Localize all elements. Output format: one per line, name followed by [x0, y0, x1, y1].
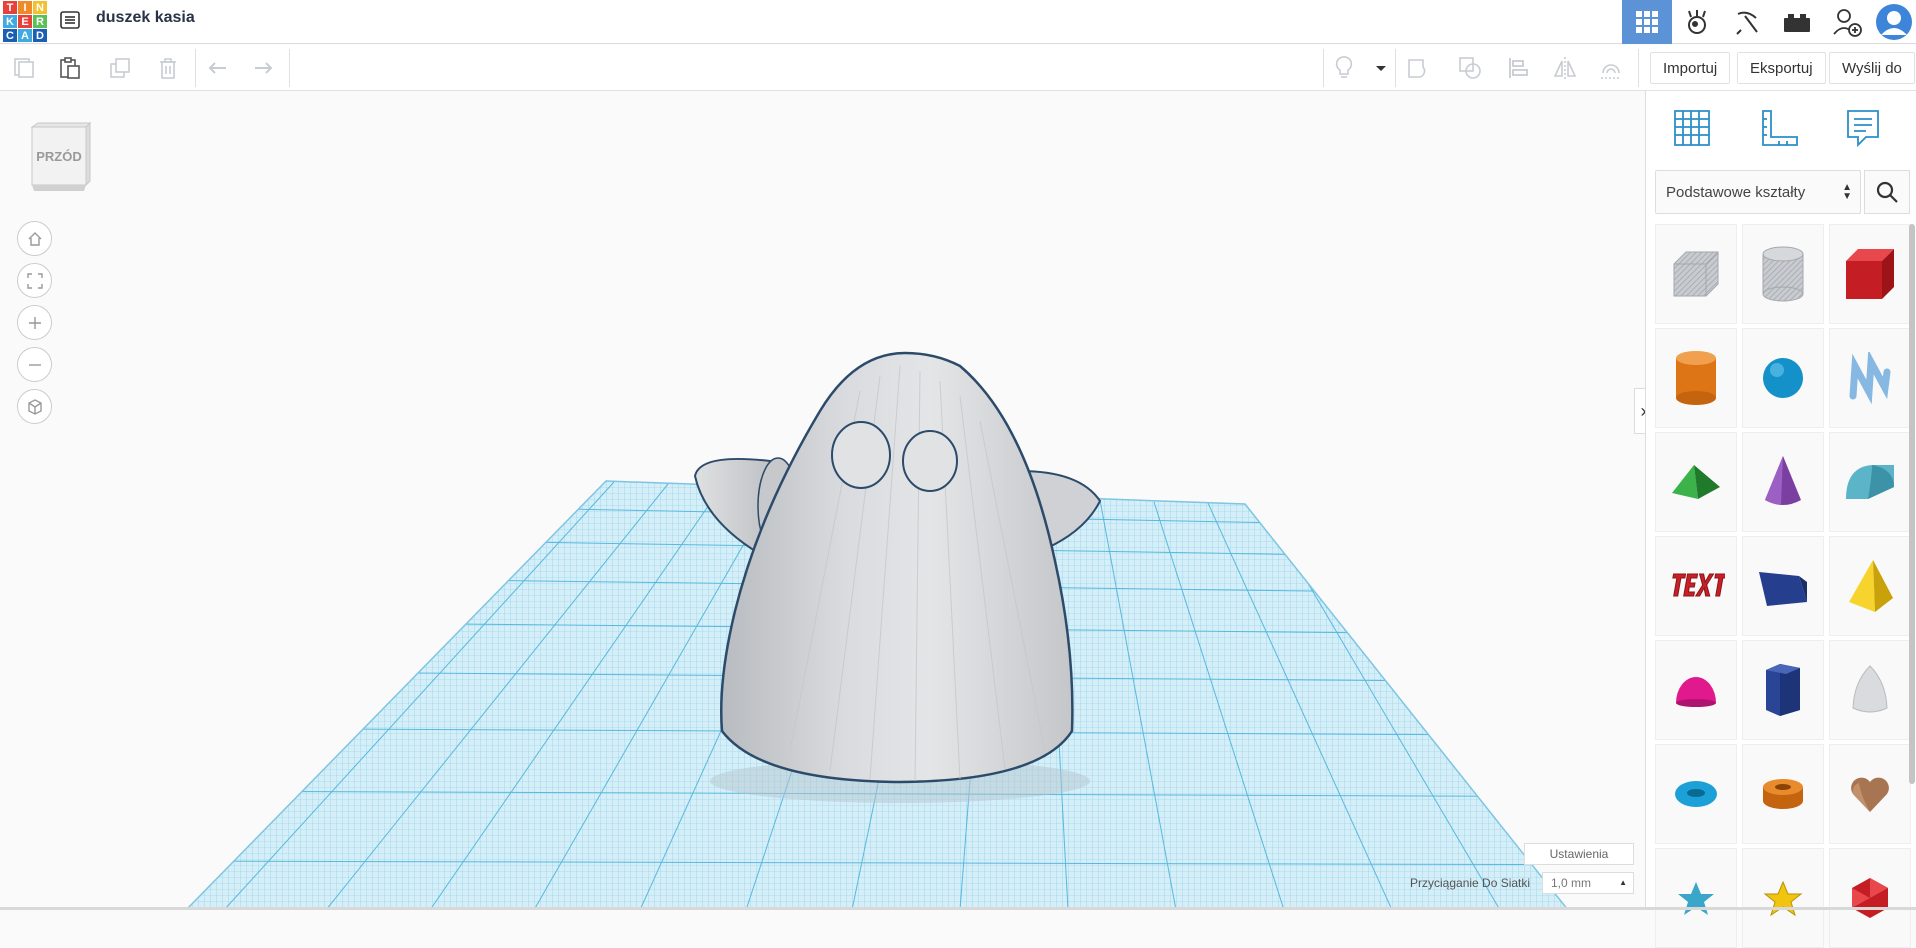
- zoom-out-icon[interactable]: [17, 347, 52, 382]
- workplane-area[interactable]: PRZÓD Ustawienia Przyciąganie Do Siatki …: [0, 91, 1644, 910]
- ghost-body[interactable]: [720, 351, 1074, 784]
- dropdown-icon[interactable]: [1366, 53, 1396, 83]
- shape-pyramid[interactable]: [1829, 536, 1911, 636]
- shapes-panel: Podstawowe kształty ▲ ▼: [1645, 91, 1916, 948]
- top-right-icons: [1622, 0, 1916, 44]
- toolbar-divider: [195, 49, 196, 87]
- logo-letter: K: [3, 15, 17, 28]
- shape-tube[interactable]: [1742, 744, 1824, 844]
- snap-grid-select[interactable]: 1,0 mm ▲: [1542, 872, 1634, 894]
- logo-letter: D: [33, 29, 47, 42]
- pickaxe-icon[interactable]: [1722, 0, 1772, 44]
- view-cube-label: PRZÓD: [36, 149, 82, 164]
- tinkercad-logo[interactable]: TIN KER CAD: [2, 0, 47, 42]
- toolbar-divider: [289, 49, 290, 87]
- shape-round-roof[interactable]: [1829, 432, 1911, 532]
- shape-category-select[interactable]: Podstawowe kształty ▲ ▼: [1655, 170, 1861, 214]
- bricks-icon[interactable]: [1772, 0, 1822, 44]
- home-view-icon[interactable]: [17, 221, 52, 256]
- shape-wedge[interactable]: [1742, 536, 1824, 636]
- simulation-icon[interactable]: [1672, 0, 1722, 44]
- logo-letter: I: [18, 1, 32, 14]
- shape-cylinder-hole[interactable]: [1742, 224, 1824, 324]
- 3d-scene[interactable]: [0, 91, 1644, 910]
- light-bulb-icon[interactable]: [1329, 53, 1359, 83]
- user-avatar-icon[interactable]: [1872, 0, 1916, 44]
- shape-icosahedron[interactable]: [1829, 848, 1911, 948]
- caret-up-icon: ▲: [1619, 878, 1627, 887]
- ortho-view-icon[interactable]: [17, 389, 52, 424]
- shape-star-yellow[interactable]: [1742, 848, 1824, 948]
- group-icon[interactable]: [1404, 53, 1434, 83]
- cruise-icon[interactable]: [1596, 53, 1626, 83]
- search-shapes-button[interactable]: [1864, 170, 1910, 214]
- shape-scribble[interactable]: [1829, 328, 1911, 428]
- logo-letter: E: [18, 15, 32, 28]
- project-title[interactable]: duszek kasia: [96, 9, 195, 27]
- panel-tabs: [1646, 91, 1916, 169]
- import-button[interactable]: Importuj: [1650, 52, 1731, 84]
- shape-polygon[interactable]: [1742, 640, 1824, 740]
- workplane-grid-icon[interactable]: [1667, 103, 1717, 153]
- paste-icon[interactable]: [55, 53, 85, 83]
- toolbar-divider: [1638, 49, 1639, 87]
- shapes-grid: [1655, 224, 1911, 948]
- select-arrows-icon: ▲ ▼: [1842, 182, 1852, 202]
- shape-box[interactable]: [1829, 224, 1911, 324]
- logo-letter: T: [3, 1, 17, 14]
- duplicate-icon[interactable]: [105, 53, 135, 83]
- new-shape-icon[interactable]: [9, 53, 39, 83]
- notes-icon[interactable]: [1838, 103, 1888, 153]
- shape-category-value: Podstawowe kształty: [1666, 183, 1806, 201]
- shape-cylinder[interactable]: [1655, 328, 1737, 428]
- ghost-left-eye[interactable]: [831, 421, 891, 489]
- design-menu-icon[interactable]: [57, 7, 83, 33]
- ghost-right-eye[interactable]: [902, 430, 958, 492]
- align-icon[interactable]: [1503, 53, 1533, 83]
- fit-view-icon[interactable]: [17, 263, 52, 298]
- ruler-icon[interactable]: [1755, 103, 1805, 153]
- zoom-in-icon[interactable]: [17, 305, 52, 340]
- add-user-icon[interactable]: [1822, 0, 1872, 44]
- view-cube[interactable]: PRZÓD: [26, 121, 92, 193]
- view-controls: [17, 221, 52, 431]
- shape-box-hole[interactable]: [1655, 224, 1737, 324]
- grid-view-icon[interactable]: [1622, 0, 1672, 44]
- shape-paraboloid[interactable]: [1829, 640, 1911, 740]
- settings-button[interactable]: Ustawienia: [1524, 843, 1634, 865]
- mirror-icon[interactable]: [1550, 53, 1580, 83]
- shape-sphere[interactable]: [1742, 328, 1824, 428]
- ungroup-icon[interactable]: [1455, 53, 1485, 83]
- toolbar-divider: [1323, 49, 1324, 87]
- shapes-scrollbar[interactable]: [1909, 224, 1915, 784]
- send-to-button[interactable]: Wyślij do: [1829, 52, 1915, 84]
- shape-roof[interactable]: [1655, 432, 1737, 532]
- search-icon: [1876, 181, 1898, 203]
- shape-text[interactable]: [1655, 536, 1737, 636]
- snap-grid-value: 1,0 mm: [1551, 876, 1592, 890]
- undo-icon[interactable]: [203, 53, 233, 83]
- shape-cone[interactable]: [1742, 432, 1824, 532]
- redo-icon[interactable]: [248, 53, 278, 83]
- shape-torus[interactable]: [1655, 744, 1737, 844]
- top-bar: TIN KER CAD duszek kasia: [0, 0, 1916, 44]
- delete-icon[interactable]: [153, 53, 183, 83]
- snap-grid-label: Przyciąganie Do Siatki: [1410, 876, 1531, 890]
- shape-star[interactable]: [1655, 848, 1737, 948]
- logo-letter: N: [33, 1, 47, 14]
- shape-half-sphere[interactable]: [1655, 640, 1737, 740]
- edit-toolbar: Importuj Eksportuj Wyślij do: [0, 45, 1916, 91]
- logo-letter: R: [33, 15, 47, 28]
- export-button[interactable]: Eksportuj: [1737, 52, 1826, 84]
- toolbar-divider: [1395, 49, 1396, 87]
- shape-heart[interactable]: [1829, 744, 1911, 844]
- logo-letter: C: [3, 29, 17, 42]
- logo-letter: A: [18, 29, 32, 42]
